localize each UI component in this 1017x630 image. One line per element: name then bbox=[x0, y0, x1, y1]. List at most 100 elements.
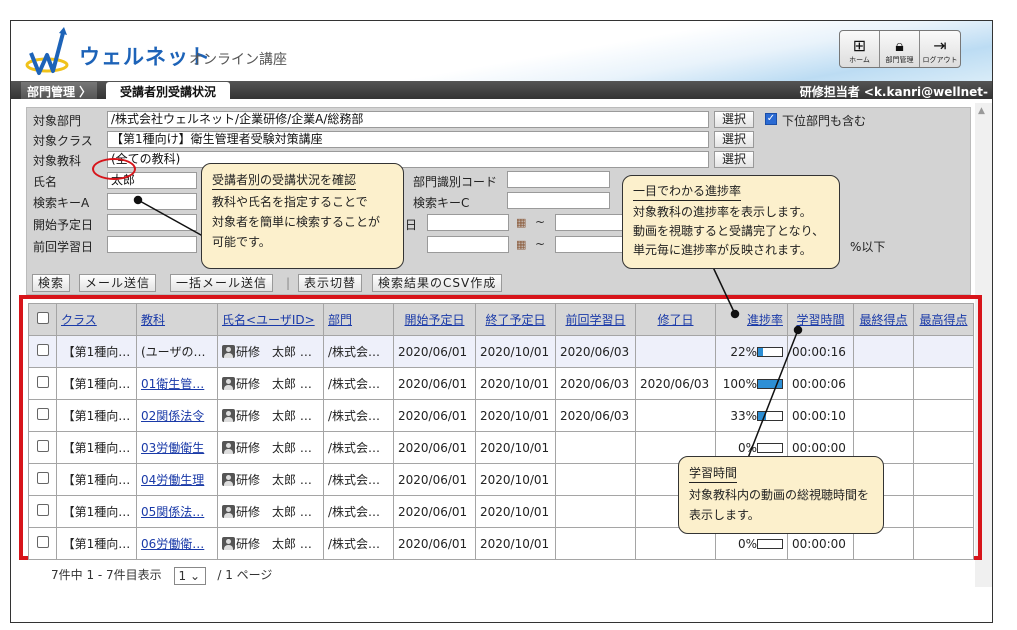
user-name: 研修 太郎 … bbox=[236, 441, 312, 455]
col-done[interactable]: 修了日 bbox=[635, 303, 716, 336]
subject-link[interactable]: 03労働衛生 bbox=[141, 441, 204, 455]
breadcrumb-parent[interactable]: 部門管理 〉 bbox=[21, 82, 98, 99]
user-info: 研修担当者 <k.kanri@wellnet- bbox=[799, 85, 988, 99]
start-cell: 2020/06/01 bbox=[393, 399, 476, 432]
dept-admin-button[interactable]: 🔒︎ 部門管理 bbox=[880, 31, 920, 67]
row-checkbox[interactable] bbox=[36, 472, 49, 484]
progress-bar bbox=[757, 442, 783, 453]
subject-link[interactable]: 01衛生管… bbox=[141, 377, 204, 391]
col-start[interactable]: 開始予定日 bbox=[393, 303, 476, 336]
keyC-input[interactable] bbox=[507, 192, 610, 209]
subject-input[interactable]: (全ての教科) bbox=[107, 151, 709, 168]
row-checkbox[interactable] bbox=[36, 344, 49, 356]
sort-class-link[interactable]: クラス bbox=[61, 313, 97, 327]
csv-button[interactable]: 検索結果のCSV作成 bbox=[372, 274, 503, 292]
done-cell bbox=[635, 335, 716, 368]
row-checkbox[interactable] bbox=[36, 376, 49, 388]
callout-progress-line: 単元毎に進捗率が反映されます。 bbox=[633, 243, 812, 257]
row-select-cell bbox=[28, 335, 57, 368]
chevron-down-icon: ⌄ bbox=[189, 568, 201, 583]
start-cell: 2020/06/01 bbox=[393, 367, 476, 400]
sort-final-link[interactable]: 最終得点 bbox=[859, 313, 907, 327]
progress-bar-fill bbox=[758, 379, 782, 388]
callout-search-title: 受講者別の受講状況を確認 bbox=[212, 171, 357, 190]
progress-label: 100% bbox=[722, 376, 757, 391]
dept-code-input[interactable] bbox=[507, 171, 610, 188]
subject-link[interactable]: 02関係法令 bbox=[141, 409, 204, 423]
include-sub-checkbox[interactable]: ✓ bbox=[765, 113, 777, 125]
home-button[interactable]: ⊞ ホーム bbox=[840, 31, 880, 67]
sort-best-link[interactable]: 最高得点 bbox=[919, 313, 967, 327]
subject-link[interactable]: 05関係法… bbox=[141, 505, 204, 519]
start-date-from[interactable] bbox=[107, 214, 197, 231]
mail-button[interactable]: メール送信 bbox=[79, 274, 157, 292]
search-button[interactable]: 検索 bbox=[32, 274, 71, 292]
toggle-view-button[interactable]: 表示切替 bbox=[298, 274, 363, 292]
sort-subject-link[interactable]: 教科 bbox=[141, 313, 165, 327]
subject-link[interactable]: 06労働衛… bbox=[141, 537, 204, 551]
subject-select-button[interactable]: 選択 bbox=[714, 151, 754, 168]
calendar-icon[interactable]: ▦ bbox=[516, 216, 530, 230]
logout-button[interactable]: ⇥ ログアウト bbox=[920, 31, 960, 67]
class-input[interactable]: 【第1種向け】衛生管理者受験対策講座 bbox=[107, 131, 709, 148]
name-highlight-circle bbox=[92, 158, 136, 180]
last-study-from[interactable] bbox=[107, 236, 197, 253]
dept-input[interactable]: /株式会社ウェルネット/企業研修/企業A/総務部 bbox=[107, 111, 709, 128]
col-name[interactable]: 氏名<ユーザID> bbox=[217, 303, 324, 336]
start-cell: 2020/06/01 bbox=[393, 495, 476, 528]
name-cell: 研修 太郎 … bbox=[217, 527, 324, 560]
dept-label: 対象部門 bbox=[33, 114, 82, 128]
progress-bar-fill bbox=[758, 411, 766, 420]
class-cell: 【第1種向… bbox=[56, 527, 137, 560]
row-checkbox[interactable] bbox=[36, 440, 49, 452]
sort-last-link[interactable]: 前回学習日 bbox=[565, 313, 625, 327]
col-end[interactable]: 終了予定日 bbox=[475, 303, 556, 336]
date2-from[interactable] bbox=[427, 214, 509, 231]
dept-select-button[interactable]: 選択 bbox=[714, 111, 754, 128]
class-select-button[interactable]: 選択 bbox=[714, 131, 754, 148]
col-final[interactable]: 最終得点 bbox=[853, 303, 914, 336]
sort-time-link[interactable]: 学習時間 bbox=[796, 313, 844, 327]
progress-label: 0% bbox=[737, 440, 757, 455]
col-time[interactable]: 学習時間 bbox=[787, 303, 854, 336]
end-cell: 2020/10/01 bbox=[475, 495, 556, 528]
sort-progress-link[interactable]: 進捗率 bbox=[747, 313, 783, 327]
sort-name-link[interactable]: 氏名<ユーザID> bbox=[222, 313, 315, 327]
scroll-up-icon[interactable]: ▲ bbox=[978, 106, 985, 116]
col-class[interactable]: クラス bbox=[56, 303, 137, 336]
col-dept[interactable]: 部門 bbox=[323, 303, 394, 336]
col-subject[interactable]: 教科 bbox=[136, 303, 218, 336]
col-best[interactable]: 最高得点 bbox=[913, 303, 974, 336]
name-cell: 研修 太郎 … bbox=[217, 431, 324, 464]
table-row[interactable]: 【第1種向… (ユーザの… 研修 太郎 … /株式会… 2020/06/01 2… bbox=[28, 335, 974, 368]
keyA-input[interactable] bbox=[107, 193, 197, 210]
table-row[interactable]: 【第1種向… 02関係法令 研修 太郎 … /株式会… 2020/06/01 2… bbox=[28, 399, 974, 432]
sort-dept-link[interactable]: 部門 bbox=[328, 313, 352, 327]
end-cell: 2020/10/01 bbox=[475, 463, 556, 496]
user-name: 研修 太郎 … bbox=[236, 505, 312, 519]
logo-icon bbox=[25, 27, 69, 75]
row-checkbox[interactable] bbox=[36, 408, 49, 420]
sort-done-link[interactable]: 修了日 bbox=[657, 313, 693, 327]
select-all-checkbox[interactable] bbox=[36, 312, 49, 324]
row-checkbox[interactable] bbox=[36, 504, 49, 516]
include-sub-label: 下位部門も含む bbox=[782, 114, 867, 128]
page-select[interactable]: 1 ⌄ bbox=[173, 566, 206, 585]
col-progress[interactable]: 進捗率 bbox=[715, 303, 788, 336]
table-row[interactable]: 【第1種向… 01衛生管… 研修 太郎 … /株式会… 2020/06/01 2… bbox=[28, 367, 974, 400]
name-cell: 研修 太郎 … bbox=[217, 399, 324, 432]
header-buttons: ⊞ ホーム 🔒︎ 部門管理 ⇥ ログアウト bbox=[839, 30, 961, 68]
start-cell: 2020/06/01 bbox=[393, 335, 476, 368]
best-score-cell bbox=[913, 335, 974, 368]
date3-from[interactable] bbox=[427, 236, 509, 253]
row-select-cell bbox=[28, 527, 57, 560]
calendar-icon[interactable]: ▦ bbox=[516, 238, 530, 252]
sort-start-link[interactable]: 開始予定日 bbox=[404, 313, 464, 327]
subject-cell: 05関係法… bbox=[136, 495, 218, 528]
sort-end-link[interactable]: 終了予定日 bbox=[485, 313, 545, 327]
callout-search: 受講者別の受講状況を確認 教科や氏名を指定することで 対象者を簡単に検索すること… bbox=[201, 163, 404, 269]
col-last[interactable]: 前回学習日 bbox=[555, 303, 636, 336]
row-checkbox[interactable] bbox=[36, 536, 49, 548]
bulk-mail-button[interactable]: 一括メール送信 bbox=[170, 274, 274, 292]
subject-link[interactable]: 04労働生理 bbox=[141, 473, 204, 487]
